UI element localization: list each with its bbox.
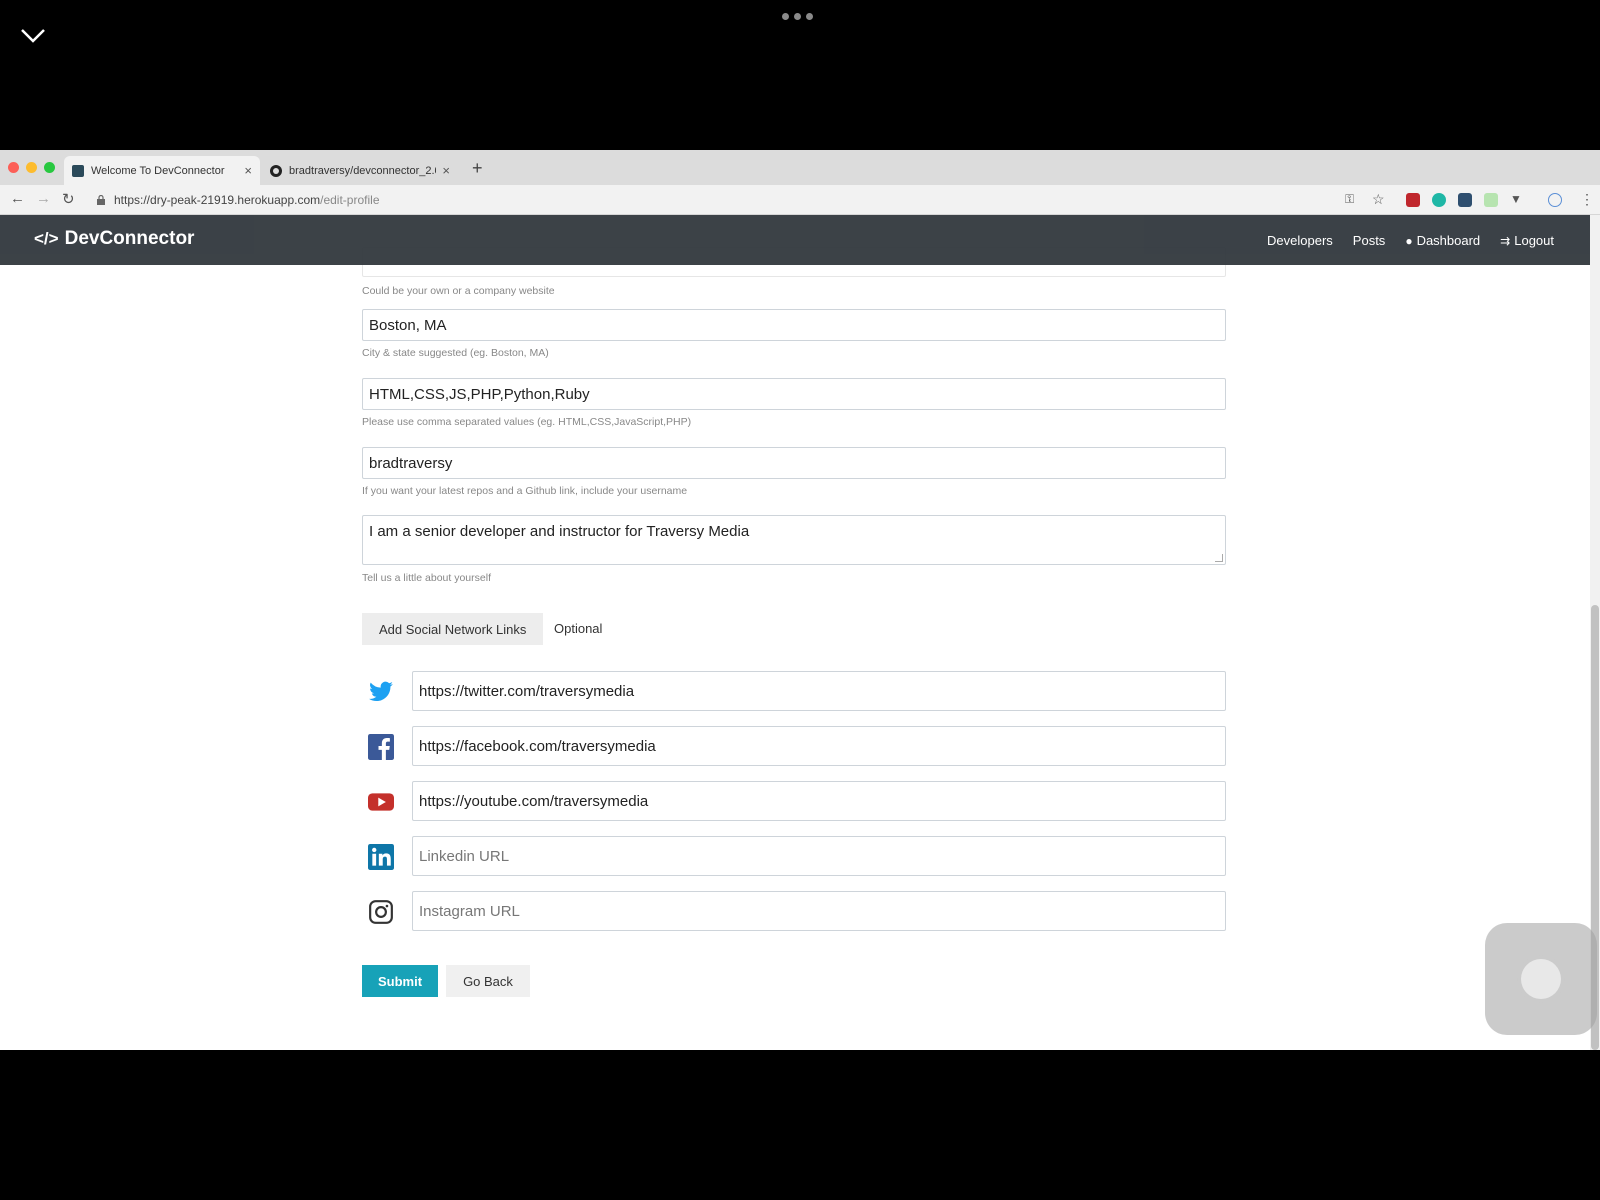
- brand-logo[interactable]: </> DevConnector: [34, 228, 194, 250]
- page-content: Could be your own or a company website B…: [0, 247, 1590, 1050]
- github-username-field[interactable]: bradtraversy: [362, 447, 1226, 479]
- reload-icon[interactable]: ↻: [62, 190, 75, 208]
- extension-icon[interactable]: [1406, 193, 1420, 207]
- screen-frame: Welcome To DevConnector × bradtraversy/d…: [0, 0, 1600, 1200]
- resize-grip-icon[interactable]: [1215, 554, 1223, 562]
- sign-out-icon: ⇉: [1500, 233, 1511, 248]
- nav-link-logout-label: Logout: [1514, 233, 1554, 248]
- app-navbar: </> DevConnector Developers Posts ● Dash…: [0, 215, 1590, 265]
- maximize-window-icon[interactable]: [44, 162, 55, 173]
- github-hint: If you want your latest repos and a Gith…: [362, 485, 688, 497]
- facebook-icon: [368, 734, 394, 760]
- instagram-icon: [369, 900, 393, 924]
- skills-field[interactable]: HTML,CSS,JS,PHP,Python,Ruby: [362, 378, 1226, 410]
- add-social-links-button[interactable]: Add Social Network Links: [362, 613, 544, 645]
- tab-github[interactable]: bradtraversy/devconnector_2.0 ×: [262, 156, 458, 185]
- vue-devtools-icon[interactable]: ▼: [1510, 192, 1522, 206]
- skills-hint: Please use comma separated values (eg. H…: [362, 416, 692, 428]
- url-path: /edit-profile: [320, 193, 380, 207]
- more-options-icon[interactable]: [782, 13, 813, 20]
- website-hint: Could be your own or a company website: [362, 285, 555, 297]
- close-tab-icon[interactable]: ×: [244, 163, 252, 178]
- linkedin-icon: [368, 844, 394, 870]
- twitter-url-field[interactable]: https://twitter.com/traversymedia: [412, 671, 1226, 711]
- devconnector-favicon-icon: [72, 164, 84, 177]
- instagram-url-field[interactable]: Instagram URL: [412, 891, 1226, 931]
- star-icon[interactable]: ☆: [1372, 191, 1385, 208]
- go-back-button[interactable]: Go Back: [446, 965, 530, 997]
- bio-text: I am a senior developer and instructor f…: [369, 523, 750, 540]
- url-field[interactable]: https://dry-peak-21919.herokuapp.com/edi…: [96, 193, 380, 207]
- linkedin-url-field[interactable]: Linkedin URL: [412, 836, 1226, 876]
- linkedin-row: Linkedin URL: [362, 836, 1226, 876]
- code-icon: </>: [34, 229, 59, 248]
- facebook-row: https://facebook.com/traversymedia: [362, 726, 1226, 766]
- tab-devconnector[interactable]: Welcome To DevConnector ×: [64, 156, 260, 185]
- youtube-url-field[interactable]: https://youtube.com/traversymedia: [412, 781, 1226, 821]
- bio-textarea[interactable]: I am a senior developer and instructor f…: [362, 515, 1226, 565]
- new-tab-button[interactable]: +: [472, 158, 483, 179]
- menu-kebab-icon[interactable]: ⋮: [1580, 191, 1594, 208]
- brand-name: DevConnector: [64, 228, 195, 249]
- location-hint: City & state suggested (eg. Boston, MA): [362, 347, 549, 359]
- youtube-icon: [368, 793, 394, 811]
- close-tab-icon[interactable]: ×: [442, 163, 450, 178]
- forward-arrow-icon[interactable]: →: [36, 190, 51, 207]
- location-field[interactable]: Boston, MA: [362, 309, 1226, 341]
- submit-button[interactable]: Submit: [362, 965, 438, 997]
- bio-hint: Tell us a little about yourself: [362, 572, 491, 584]
- nav-link-logout[interactable]: ⇉ Logout: [1500, 233, 1554, 248]
- assistive-touch-button[interactable]: [1485, 923, 1597, 1035]
- minimize-window-icon[interactable]: [26, 162, 37, 173]
- extension-icon[interactable]: [1458, 193, 1472, 207]
- user-icon: ●: [1405, 233, 1413, 248]
- extension-icon[interactable]: [1484, 193, 1498, 207]
- github-icon: [270, 164, 282, 177]
- instagram-row: Instagram URL: [362, 891, 1226, 931]
- back-arrow-icon[interactable]: ←: [10, 190, 25, 207]
- tab-title: bradtraversy/devconnector_2.0: [289, 164, 437, 177]
- nav-links: Developers Posts ● Dashboard ⇉ Logout: [1267, 233, 1554, 248]
- nav-link-dashboard[interactable]: ● Dashboard: [1405, 233, 1480, 248]
- nav-link-dashboard-label: Dashboard: [1416, 233, 1481, 248]
- tab-bar: Welcome To DevConnector × bradtraversy/d…: [0, 150, 1600, 185]
- assistive-touch-icon: [1517, 955, 1565, 1003]
- key-icon[interactable]: ⚿: [1345, 192, 1354, 207]
- facebook-url-field[interactable]: https://facebook.com/traversymedia: [412, 726, 1226, 766]
- tab-title: Welcome To DevConnector: [91, 164, 225, 177]
- close-window-icon[interactable]: [8, 162, 19, 173]
- url-domain: https://dry-peak-21919.herokuapp.com: [114, 193, 321, 207]
- extension-icon[interactable]: [1432, 193, 1446, 207]
- lock-icon: [97, 195, 105, 205]
- nav-link-developers[interactable]: Developers: [1267, 233, 1333, 248]
- address-bar: ← → ↻ https://dry-peak-21919.herokuapp.c…: [0, 185, 1600, 215]
- page-scrollbar[interactable]: [1590, 215, 1600, 1050]
- chevron-down-icon[interactable]: [18, 22, 48, 48]
- browser-window: Welcome To DevConnector × bradtraversy/d…: [0, 150, 1600, 1050]
- twitter-row: https://twitter.com/traversymedia: [362, 671, 1226, 711]
- youtube-row: https://youtube.com/traversymedia: [362, 781, 1226, 821]
- profile-icon[interactable]: [1548, 193, 1562, 207]
- nav-link-posts[interactable]: Posts: [1353, 233, 1386, 248]
- twitter-icon: [369, 681, 393, 701]
- optional-label: Optional: [554, 621, 603, 636]
